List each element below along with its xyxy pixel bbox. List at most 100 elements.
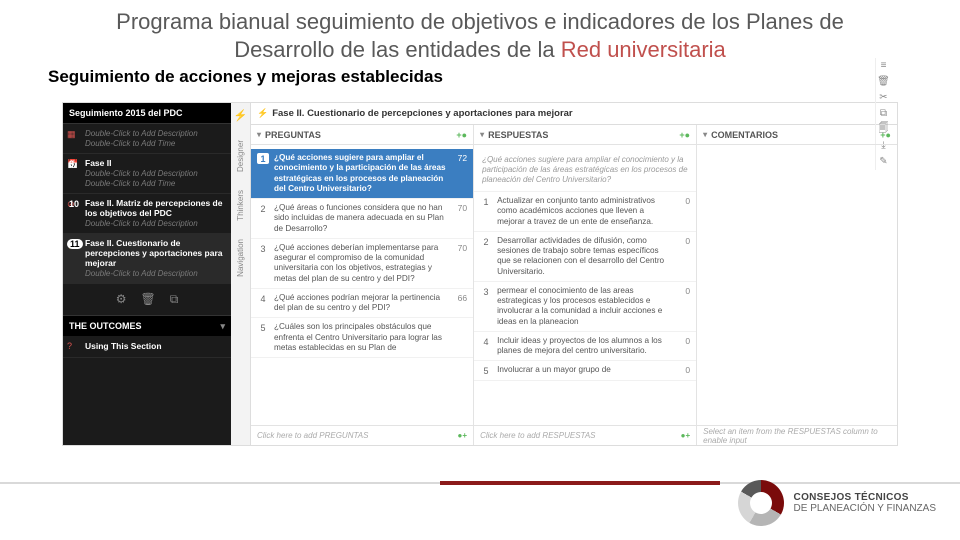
item-hint: Double-Click to Add Description	[85, 169, 225, 179]
row-score: 0	[674, 236, 690, 246]
row-number: 1	[480, 196, 492, 207]
item-title: Fase II. Matriz de percepciones de los o…	[85, 199, 225, 219]
rail-tab-designer[interactable]: Designer	[236, 140, 245, 172]
row-number: 2	[480, 236, 492, 247]
toolbar-icon[interactable]: 🗑	[875, 74, 891, 90]
add-icon[interactable]: ●+	[458, 431, 468, 440]
gear-icon[interactable]: ⚙	[116, 292, 127, 307]
sidebar-using[interactable]: ? Using This Section	[63, 336, 231, 358]
row-score: 0	[674, 286, 690, 296]
row-score: 72	[451, 153, 467, 163]
col-respuestas-footer[interactable]: Click here to add RESPUESTAS ●+	[474, 425, 696, 445]
sidebar-item[interactable]: ⚡11Fase II. Cuestionario de percepciones…	[63, 234, 231, 284]
list-row[interactable]: 4 ¿Qué acciones podrían mejorar la pertin…	[251, 289, 473, 319]
sidebar-using-label: Using This Section	[85, 341, 162, 351]
bolt-icon[interactable]: ⚡	[234, 109, 248, 122]
brand-text: CONSEJOS TÉCNICOS DE PLANEACIÓN Y FINANZ…	[794, 492, 936, 514]
col-comentarios: COMENTARIOS +● Select an item from the R…	[697, 125, 897, 445]
row-number: 2	[257, 203, 269, 214]
item-title: Fase II. Cuestionario de percepciones y …	[85, 239, 225, 268]
row-text: permear el conocimiento de las areas est…	[497, 286, 669, 327]
sidebar: Seguimiento 2015 del PDC ▦Double-Click t…	[63, 103, 231, 445]
list-row[interactable]: 4 Incluir ideas y proyectos de los alumno…	[474, 332, 696, 362]
topbar-title: Fase II. Cuestionario de percepciones y …	[272, 108, 572, 119]
row-number: 5	[257, 322, 269, 333]
sidebar-item[interactable]: ▦Double-Click to Add DescriptionDouble-C…	[63, 124, 231, 154]
row-text: ¿Qué acciones deberían implementarse par…	[274, 243, 446, 284]
row-score: 70	[451, 243, 467, 253]
copy-icon[interactable]: ⧉	[170, 292, 179, 307]
title-line-1: Programa bianual seguimiento de objetivo…	[116, 9, 844, 34]
add-icon[interactable]: ●+	[681, 431, 691, 440]
app-window: Seguimiento 2015 del PDC ▦Double-Click t…	[62, 102, 898, 446]
col-comentarios-label: COMENTARIOS	[711, 130, 778, 140]
col-preguntas-label: PREGUNTAS	[265, 130, 321, 140]
toolbar-icon[interactable]: ⧉	[875, 106, 891, 122]
list-row[interactable]: 5Involucrar a un mayor grupo de0	[474, 361, 696, 381]
columns: PREGUNTAS +● 1 ¿Qué acciones sugiere para…	[251, 125, 897, 445]
brand: CONSEJOS TÉCNICOS DE PLANEACIÓN Y FINANZ…	[738, 480, 936, 526]
rail-tab-thinkers[interactable]: Thinkers	[236, 190, 245, 221]
list-row[interactable]: 3 permear el conocimiento de las areas es…	[474, 282, 696, 332]
col-preguntas-footer-label: Click here to add PREGUNTAS	[257, 431, 368, 440]
row-text: Actualizar en conjunto tanto administrat…	[497, 196, 669, 227]
row-number: 4	[257, 293, 269, 304]
sidebar-header[interactable]: Seguimiento 2015 del PDC	[63, 103, 231, 124]
rail-tab-navigation[interactable]: Navigation	[236, 239, 245, 277]
col-comentarios-header[interactable]: COMENTARIOS +●	[697, 125, 897, 145]
list-row[interactable]: 1 Actualizar en conjunto tanto administra…	[474, 192, 696, 232]
item-hint: Double-Click to Add Description	[85, 269, 225, 279]
brand-line2: DE PLANEACIÓN Y FINANZAS	[794, 503, 936, 514]
col-respuestas-label: RESPUESTAS	[488, 130, 548, 140]
col-preguntas-header[interactable]: PREGUNTAS +●	[251, 125, 473, 145]
item-number: 10	[69, 199, 79, 209]
main-panel: ⚡ Fase II. Cuestionario de percepciones …	[251, 103, 897, 445]
row-text: Incluir ideas y proyectos de los alumnos…	[497, 336, 669, 357]
row-text: Desarrollar actividades de difusión, com…	[497, 236, 669, 277]
sidebar-item[interactable]: 📅9Fase IIDouble-Click to Add Description…	[63, 154, 231, 194]
item-title: Fase II	[85, 159, 225, 169]
item-hint: Double-Click to Add Time	[85, 179, 225, 189]
list-row[interactable]: 2 ¿Qué áreas o funciones considera que no…	[251, 199, 473, 239]
toolbar-icon[interactable]: ≡	[875, 58, 891, 74]
row-text: ¿Qué acciones sugiere para ampliar el co…	[274, 153, 446, 194]
item-number: 9	[69, 159, 74, 169]
row-number: 3	[257, 243, 269, 254]
col-respuestas: RESPUESTAS +● ¿Qué acciones sugiere para…	[474, 125, 697, 445]
trash-icon[interactable]: 🗑	[140, 292, 155, 307]
question-icon: ?	[67, 341, 78, 352]
item-hint: Double-Click to Add Description	[85, 219, 225, 229]
add-icon[interactable]: +●	[679, 130, 690, 140]
col-respuestas-header[interactable]: RESPUESTAS +●	[474, 125, 696, 145]
topbar: ⚡ Fase II. Cuestionario de percepciones …	[251, 103, 897, 125]
toolbar-icon[interactable]: ✂	[875, 90, 891, 106]
col-comentarios-footer: Select an item from the RESPUESTAS colum…	[697, 425, 897, 445]
row-text: Involucrar a un mayor grupo de	[497, 365, 669, 375]
add-icon[interactable]: +●	[880, 130, 891, 140]
bolt-icon: ⚡	[257, 108, 268, 119]
slide-subtitle: Seguimiento de acciones y mejoras establ…	[0, 63, 960, 91]
add-icon[interactable]: +●	[456, 130, 467, 140]
sidebar-item[interactable]: ⊘10Fase II. Matriz de percepciones de lo…	[63, 194, 231, 234]
row-text: ¿Qué áreas o funciones considera que no …	[274, 203, 446, 234]
list-row[interactable]: 5¿Cuáles son los principales obstáculos …	[251, 318, 473, 358]
list-row[interactable]: 1 ¿Qué acciones sugiere para ampliar el c…	[251, 149, 473, 199]
slide-title: Programa bianual seguimiento de objetivo…	[0, 0, 960, 63]
col-preguntas: PREGUNTAS +● 1 ¿Qué acciones sugiere para…	[251, 125, 474, 445]
row-number: 1	[257, 153, 269, 164]
item-number: 11	[67, 239, 83, 249]
row-number: 4	[480, 336, 492, 347]
row-score: 66	[451, 293, 467, 303]
list-row[interactable]: 3 ¿Qué acciones deberían implementarse pa…	[251, 239, 473, 289]
row-number: 3	[480, 286, 492, 297]
title-line-2a: Desarrollo de las entidades de la	[234, 37, 561, 62]
row-number: 5	[480, 365, 492, 376]
row-text: ¿Qué acciones podrían mejorar la pertine…	[274, 293, 446, 314]
vertical-rail: ⚡ Designer Thinkers Navigation	[231, 103, 251, 445]
col-preguntas-footer[interactable]: Click here to add PREGUNTAS ●+	[251, 425, 473, 445]
sidebar-outcomes[interactable]: THE OUTCOMES	[63, 315, 231, 336]
list-row[interactable]: 2 Desarrollar actividades de difusión, co…	[474, 232, 696, 282]
brand-line1: CONSEJOS TÉCNICOS	[794, 492, 909, 503]
item-hint: Double-Click to Add Description	[85, 129, 225, 139]
col-respuestas-footer-label: Click here to add RESPUESTAS	[480, 431, 595, 440]
